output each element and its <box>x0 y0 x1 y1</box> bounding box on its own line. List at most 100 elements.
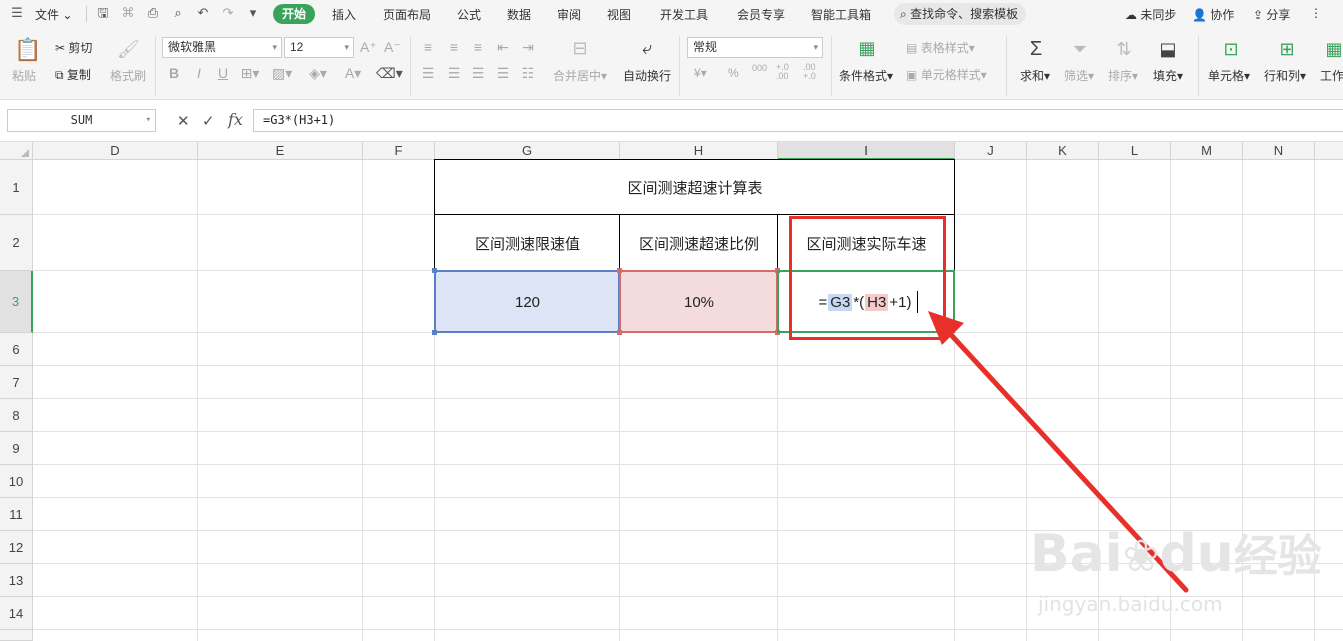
share-button[interactable]: ⇪ 分享 <box>1253 6 1290 23</box>
percent-button[interactable]: % <box>728 66 739 80</box>
row-header-overflow[interactable] <box>0 630 33 641</box>
currency-button[interactable]: ¥▾ <box>694 66 707 80</box>
cloud-save-icon[interactable]: ⌘ <box>121 6 135 20</box>
column-header-d[interactable]: D <box>33 142 198 160</box>
decrease-font-icon[interactable]: A⁻ <box>384 39 401 55</box>
tab-view[interactable]: 视图 <box>607 6 631 23</box>
redo-icon[interactable]: ↷ <box>221 6 235 20</box>
column-header-k[interactable]: K <box>1027 142 1099 160</box>
merge-center-icon[interactable]: ⊟ <box>568 37 592 59</box>
column-header-n[interactable]: N <box>1243 142 1315 160</box>
worksheet-button[interactable]: 工作 <box>1320 67 1343 84</box>
file-menu[interactable]: 文件 ⌄ <box>35 6 72 23</box>
worksheet-icon[interactable]: ▦ <box>1324 37 1343 61</box>
print-preview-icon[interactable]: ⌕ <box>171 6 185 20</box>
column-header-g[interactable]: G <box>435 142 620 160</box>
conditional-format-icon[interactable]: ▦ <box>855 37 879 59</box>
row-header-6[interactable]: 6 <box>0 333 33 366</box>
align-center-icon[interactable]: ☰ <box>446 65 462 81</box>
row-header-12[interactable]: 12 <box>0 531 33 564</box>
row-header-9[interactable]: 9 <box>0 432 33 465</box>
font-color-icon[interactable]: A▾ <box>343 65 363 81</box>
row-header-1[interactable]: 1 <box>0 160 33 215</box>
column-header-m[interactable]: M <box>1171 142 1243 160</box>
align-right-icon[interactable]: ☰ <box>470 65 486 81</box>
filter-button[interactable]: 筛选▾ <box>1064 67 1094 84</box>
column-header-e[interactable]: E <box>198 142 363 160</box>
header-cell-speed-limit[interactable]: 区间测速限速值 <box>435 215 620 271</box>
eraser-icon[interactable]: ⌫▾ <box>376 65 403 81</box>
distributed-icon[interactable]: ☷ <box>520 65 536 81</box>
cut-button[interactable]: ✂ 剪切 <box>55 39 92 56</box>
row-header-14[interactable]: 14 <box>0 597 33 630</box>
align-middle-icon[interactable]: ≡ <box>446 39 462 55</box>
conditional-format-button[interactable]: 条件格式▾ <box>839 67 893 84</box>
number-format-select[interactable]: 常规 ▾ <box>687 37 823 58</box>
save-icon[interactable]: 🖫 <box>96 6 110 20</box>
confirm-formula-icon[interactable]: ✓ <box>202 112 215 130</box>
more-options-icon[interactable]: ⋮ <box>1310 6 1322 20</box>
row-header-10[interactable]: 10 <box>0 465 33 498</box>
tab-data[interactable]: 数据 <box>507 6 531 23</box>
align-top-icon[interactable]: ≡ <box>420 39 436 55</box>
row-col-icon[interactable]: ⊞ <box>1275 37 1299 61</box>
font-name-select[interactable]: 微软雅黑 ▾ <box>162 37 282 58</box>
tab-insert[interactable]: 插入 <box>332 6 356 23</box>
border-icon[interactable]: ⊞▾ <box>240 65 260 81</box>
copy-button[interactable]: ⧉ 复制 <box>55 66 91 83</box>
table-style-button[interactable]: ▤ 表格样式▾ <box>906 39 975 56</box>
insert-function-icon[interactable]: fx <box>228 110 243 129</box>
fill-button[interactable]: 填充▾ <box>1153 67 1183 84</box>
row-header-8[interactable]: 8 <box>0 399 33 432</box>
row-header-7[interactable]: 7 <box>0 366 33 399</box>
sort-button[interactable]: 排序▾ <box>1108 67 1138 84</box>
row-header-11[interactable]: 11 <box>0 498 33 531</box>
column-header-l[interactable]: L <box>1099 142 1171 160</box>
cells-button[interactable]: 单元格▾ <box>1208 67 1250 84</box>
sort-icon[interactable]: ⇅ <box>1112 37 1136 61</box>
cell-fill-icon[interactable]: ▨▾ <box>272 65 292 81</box>
thousands-button[interactable]: 000 <box>752 63 767 73</box>
column-header-h[interactable]: H <box>620 142 778 160</box>
format-painter-icon[interactable]: 🖌 <box>117 37 140 61</box>
select-all-corner[interactable] <box>0 142 33 160</box>
fill-icon[interactable]: ⬓ <box>1156 37 1180 61</box>
cancel-formula-icon[interactable]: ✕ <box>177 112 190 130</box>
formula-input[interactable]: =G3*(H3+1) <box>253 109 1343 132</box>
underline-icon[interactable]: U <box>216 65 230 81</box>
column-header-j[interactable]: J <box>955 142 1027 160</box>
header-cell-overspeed-ratio[interactable]: 区间测速超速比例 <box>620 215 778 271</box>
tab-smart-toolbox[interactable]: 智能工具箱 <box>811 6 871 23</box>
row-header-3[interactable]: 3 <box>0 271 33 333</box>
print-icon[interactable]: ⎙ <box>146 6 160 20</box>
bold-icon[interactable]: B <box>167 65 181 81</box>
fill-color-icon[interactable]: ◈▾ <box>308 65 328 81</box>
column-header-overflow[interactable] <box>1315 142 1343 160</box>
tab-home[interactable]: 开始 <box>273 4 316 24</box>
increase-decimal-button[interactable]: +.0 .00 <box>776 63 796 81</box>
paste-icon[interactable]: 📋 <box>14 37 41 63</box>
indent-decrease-icon[interactable]: ⇤ <box>495 39 511 55</box>
sum-button[interactable]: 求和▾ <box>1020 67 1050 84</box>
indent-increase-icon[interactable]: ⇥ <box>520 39 536 55</box>
increase-font-icon[interactable]: A⁺ <box>360 39 377 55</box>
tab-page-layout[interactable]: 页面布局 <box>383 6 431 23</box>
cells-icon[interactable]: ⊡ <box>1219 37 1243 61</box>
customize-quick-access-icon[interactable]: ▾ <box>246 6 260 20</box>
hamburger-icon[interactable]: ☰ <box>10 6 24 20</box>
row-header-2[interactable]: 2 <box>0 215 33 271</box>
cell-style-button[interactable]: ▣ 单元格样式▾ <box>906 66 987 83</box>
auto-wrap-button[interactable]: 自动换行 <box>623 67 671 84</box>
tab-member[interactable]: 会员专享 <box>737 6 785 23</box>
row-col-button[interactable]: 行和列▾ <box>1264 67 1306 84</box>
column-header-i[interactable]: I <box>778 142 955 160</box>
filter-icon[interactable]: ⏷ <box>1068 37 1092 61</box>
justify-icon[interactable]: ☰ <box>495 65 511 81</box>
paste-button[interactable]: 粘贴 <box>12 67 36 84</box>
italic-icon[interactable]: I <box>192 65 206 81</box>
format-painter-button[interactable]: 格式刷 <box>110 67 146 84</box>
undo-icon[interactable]: ↶ <box>196 6 210 20</box>
name-box[interactable]: SUM ▾ <box>7 109 156 132</box>
row-header-13[interactable]: 13 <box>0 564 33 597</box>
align-bottom-icon[interactable]: ≡ <box>470 39 486 55</box>
